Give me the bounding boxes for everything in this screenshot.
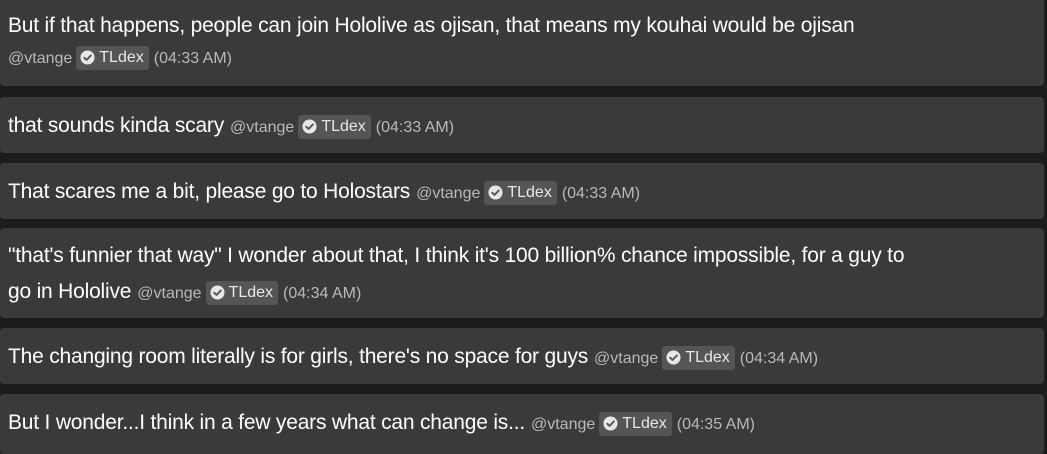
tldex-badge[interactable]: TLdex [76,45,149,70]
author-handle[interactable]: @vtange [594,350,658,367]
message-card: But I wonder...I think in a few years wh… [0,394,1044,454]
author-handle[interactable]: @vtange [416,185,480,202]
message-card: that sounds kinda scary @vtange TLdex (04:3… [0,97,1044,153]
badge-label: TLdex [507,183,552,201]
verified-check-icon [488,185,503,200]
message-card: The changing room literally is for girls… [0,328,1044,384]
message-meta: @vtange TLdex (04:33 AM) [230,114,455,139]
author-handle[interactable]: @vtange [137,285,201,302]
message-card: But if that happens, people can join Hol… [0,0,1044,86]
message-text-line-1: "that's funnier that way" I wonder about… [8,244,905,267]
verified-check-icon [302,119,317,134]
message-text: The changing room literally is for girls… [8,345,589,368]
message-meta: @vtange TLdex (04:33 AM) [416,180,641,205]
message-timestamp: (04:34 AM) [739,350,819,367]
message-meta: @vtange TLdex (04:34 AM) [594,345,819,370]
author-handle[interactable]: @vtange [230,119,294,136]
verified-check-icon [210,285,225,300]
verified-check-icon [666,350,681,365]
message-meta: @vtange TLdex (04:33 AM) [8,45,233,70]
author-handle[interactable]: @vtange [531,416,595,433]
message-timestamp: (04:34 AM) [283,285,362,302]
message-timestamp: (04:35 AM) [676,416,755,433]
verified-check-icon [603,416,618,431]
tldex-badge[interactable]: TLdex [205,280,279,305]
message-meta: @vtange TLdex (04:35 AM) [531,411,755,436]
tldex-badge[interactable]: TLdex [662,345,735,370]
message-timestamp: (04:33 AM) [375,119,455,136]
message-timestamp: (04:33 AM) [153,50,233,67]
tldex-badge[interactable]: TLdex [484,180,557,205]
badge-label: TLdex [228,283,274,301]
author-handle[interactable]: @vtange [8,50,72,67]
badge-label: TLdex [622,414,667,432]
badge-label: TLdex [321,117,366,135]
tldex-badge[interactable]: TLdex [298,114,371,139]
message-text: But I wonder...I think in a few years wh… [8,411,525,434]
message-card: "that's funnier that way" I wonder about… [0,228,1044,318]
message-feed: But if that happens, people can join Hol… [0,0,1047,454]
message-text: But if that happens, people can join Hol… [8,14,855,37]
message-timestamp: (04:33 AM) [561,185,641,202]
message-card: That scares me a bit, please go to Holos… [0,163,1044,219]
badge-label: TLdex [685,348,730,366]
message-meta: @vtange TLdex (04:34 AM) [137,280,362,305]
message-text: That scares me a bit, please go to Holos… [8,180,411,203]
message-text: that sounds kinda scary [8,114,225,137]
tldex-badge[interactable]: TLdex [599,411,672,436]
badge-label: TLdex [99,48,144,66]
message-text-line-2: go in Hololive [8,280,132,303]
verified-check-icon [80,50,95,65]
